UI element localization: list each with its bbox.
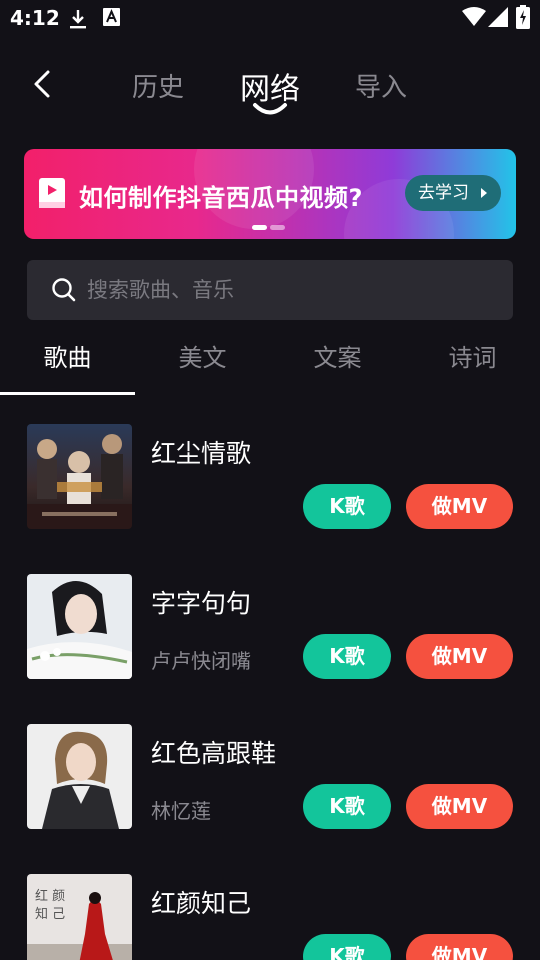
status-bar: 4:12 xyxy=(0,0,540,38)
song-title: 字字句句 xyxy=(151,589,252,618)
learn-button[interactable]: 去学习 xyxy=(405,175,501,211)
category-tab-indicator xyxy=(0,392,135,395)
signal-icon xyxy=(488,7,508,31)
list-item[interactable]: 字字句句 卢卢快闭嘴 K歌 做MV xyxy=(0,574,540,684)
page-dot-active xyxy=(252,225,267,230)
promo-banner[interactable]: 如何制作抖音西瓜中视频? 去学习 xyxy=(24,149,516,239)
back-button[interactable] xyxy=(26,64,62,104)
tab-prose[interactable]: 美文 xyxy=(135,340,270,396)
font-icon xyxy=(103,8,120,30)
song-title: 红颜知己 xyxy=(151,889,252,918)
status-time: 4:12 xyxy=(10,6,60,30)
page-dot xyxy=(270,225,285,230)
karaoke-button[interactable]: K歌 xyxy=(303,634,391,679)
tab-poetry[interactable]: 诗词 xyxy=(405,340,540,396)
song-cover xyxy=(27,424,132,529)
song-cover xyxy=(27,724,132,829)
search-input[interactable] xyxy=(87,260,487,320)
tab-history[interactable]: 历史 xyxy=(132,67,184,104)
song-title: 红色高跟鞋 xyxy=(151,739,277,768)
tab-import[interactable]: 导入 xyxy=(355,67,407,104)
wifi-icon xyxy=(462,7,486,31)
list-item[interactable]: 红色高跟鞋 林忆莲 K歌 做MV xyxy=(0,724,540,834)
song-cover xyxy=(27,574,132,679)
cover-text: 知 己 xyxy=(35,906,65,922)
karaoke-button[interactable]: K歌 xyxy=(303,934,391,960)
list-item[interactable]: 红尘情歌 K歌 做MV xyxy=(0,424,540,534)
search-bar[interactable] xyxy=(27,260,513,320)
make-mv-button[interactable]: 做MV xyxy=(406,934,513,960)
karaoke-button[interactable]: K歌 xyxy=(303,484,391,529)
song-title: 红尘情歌 xyxy=(151,439,252,468)
make-mv-button[interactable]: 做MV xyxy=(406,634,513,679)
make-mv-button[interactable]: 做MV xyxy=(406,784,513,829)
cover-text: 红 颜 xyxy=(35,888,65,904)
top-nav: 历史 网络 导入 xyxy=(0,50,540,120)
download-icon xyxy=(68,8,88,34)
learn-button-label: 去学习 xyxy=(418,183,469,203)
battery-charging-icon xyxy=(516,5,530,33)
back-icon[interactable] xyxy=(26,64,62,104)
tab-songs[interactable]: 歌曲 xyxy=(0,340,135,396)
tab-copywriting[interactable]: 文案 xyxy=(270,340,405,396)
list-item[interactable]: 红 颜 知 己 红颜知己 K歌 做MV xyxy=(0,874,540,960)
active-tab-indicator xyxy=(253,103,287,115)
banner-title: 如何制作抖音西瓜中视频? xyxy=(79,184,363,212)
karaoke-button[interactable]: K歌 xyxy=(303,784,391,829)
song-cover: 红 颜 知 己 xyxy=(27,874,132,960)
play-arrow-icon xyxy=(481,188,487,198)
book-icon xyxy=(39,178,65,208)
song-artist: 卢卢快闭嘴 xyxy=(151,649,251,673)
make-mv-button[interactable]: 做MV xyxy=(406,484,513,529)
song-artist: 林忆莲 xyxy=(151,799,211,823)
search-icon xyxy=(52,278,76,302)
